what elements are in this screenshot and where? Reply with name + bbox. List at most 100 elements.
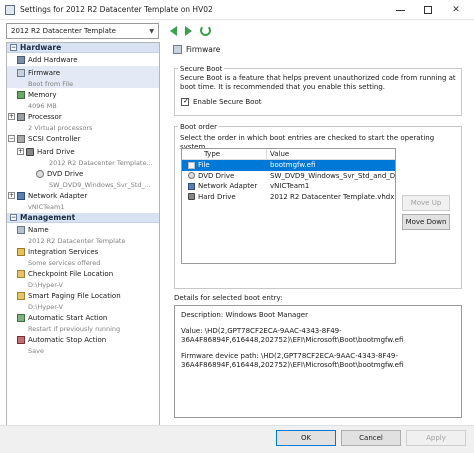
name-icon — [17, 225, 25, 234]
tree-item-sublabel: D:\Hyper-V — [28, 280, 63, 289]
tree-item-processor-sub: 2 Virtual processors — [7, 123, 159, 132]
column-header-value[interactable]: Value — [267, 150, 289, 158]
boot-entry-value: vNICTeam1 — [270, 182, 310, 191]
add-hardware-icon — [17, 55, 25, 64]
ok-button[interactable]: OK — [276, 430, 336, 446]
collapse-icon: − — [10, 214, 17, 221]
apply-button[interactable]: Apply — [406, 430, 466, 446]
checkmark-icon: ✓ — [183, 97, 189, 105]
expand-icon[interactable]: + — [8, 192, 15, 199]
tree-item-memory[interactable]: Memory — [7, 88, 159, 101]
tree-item-scsi-controller[interactable]: − SCSI Controller — [7, 132, 159, 145]
enable-secure-boot-row[interactable]: ✓ Enable Secure Boot — [181, 97, 262, 106]
tree-item-label: Processor — [28, 112, 62, 121]
network-adapter-icon — [17, 191, 25, 200]
enable-secure-boot-label: Enable Secure Boot — [193, 98, 262, 106]
tree-item-checkpoint-location[interactable]: Checkpoint File Location — [7, 267, 159, 280]
move-up-button[interactable]: Move Up — [402, 195, 450, 211]
tree-item-label: Integration Services — [28, 247, 99, 256]
boot-order-label: Boot order — [178, 123, 220, 131]
section-management-label: Management — [20, 213, 76, 222]
memory-icon — [17, 90, 25, 99]
tree-item-integration-services-sub: Some services offered — [7, 258, 159, 267]
tree-item-smart-paging-location-sub: D:\Hyper-V — [7, 302, 159, 311]
boot-order-header: Type Value — [182, 149, 395, 160]
boot-entry-hard-drive[interactable]: Hard Drive 2012 R2 Datacenter Template.v… — [182, 192, 395, 203]
tree-item-label: Name — [28, 225, 49, 234]
firmware-panel-header: Firmware — [173, 45, 220, 54]
enable-secure-boot-checkbox[interactable]: ✓ — [181, 97, 189, 106]
section-hardware-label: Hardware — [20, 43, 62, 52]
tree-item-automatic-start-action-sub: Restart if previously running — [7, 324, 159, 333]
tree-item-label: SCSI Controller — [28, 134, 81, 143]
boot-entry-type: Network Adapter — [198, 182, 258, 191]
tree-item-dvd-drive-sub: SW_DVD9_Windows_Svr_Std_... — [7, 180, 159, 189]
tree-item-sublabel: 4096 MB — [28, 101, 57, 110]
tree-item-automatic-start-action[interactable]: Automatic Start Action — [7, 311, 159, 324]
section-hardware[interactable]: − Hardware — [7, 43, 159, 53]
maximize-button[interactable] — [414, 0, 442, 20]
details-description: Description: Windows Boot Manager — [181, 311, 308, 319]
tree-item-firmware[interactable]: Firmware — [7, 66, 159, 79]
boot-entry-value: SW_DVD9_Windows_Svr_Std_and_D... — [270, 171, 395, 180]
tree-item-sublabel: Boot from File — [28, 79, 74, 88]
boot-entry-network-adapter[interactable]: Network Adapter vNICTeam1 — [182, 181, 395, 192]
tree-item-label: Network Adapter — [28, 191, 88, 200]
boot-entry-dvd-drive[interactable]: DVD Drive SW_DVD9_Windows_Svr_Std_and_D.… — [182, 171, 395, 182]
settings-app-icon — [5, 4, 15, 15]
refresh-icon[interactable] — [200, 25, 211, 36]
details-label: Details for selected boot entry: — [174, 294, 283, 302]
move-down-button[interactable]: Move Down — [402, 214, 450, 230]
hard-drive-icon — [188, 193, 195, 201]
tree-item-name[interactable]: Name — [7, 223, 159, 236]
tree-item-sublabel: vNICTeam1 — [28, 202, 65, 211]
folder-icon — [17, 291, 25, 300]
tree-item-smart-paging-location[interactable]: Smart Paging File Location — [7, 289, 159, 302]
dialog-footer — [0, 426, 474, 453]
tree-item-label: Memory — [28, 90, 57, 99]
boot-entry-type: File — [198, 161, 210, 170]
section-management[interactable]: − Management — [7, 213, 159, 223]
cancel-button[interactable]: Cancel — [341, 430, 401, 446]
back-arrow-icon[interactable] — [170, 26, 177, 36]
tree-item-dvd-drive[interactable]: DVD Drive — [7, 167, 159, 180]
tree-item-add-hardware[interactable]: Add Hardware — [7, 53, 159, 66]
dvd-drive-icon — [36, 169, 44, 178]
tree-item-firmware-sub: Boot from File — [7, 79, 159, 88]
close-button[interactable]: ✕ — [442, 0, 470, 20]
collapse-icon[interactable]: − — [8, 135, 15, 142]
firmware-icon — [17, 68, 25, 77]
tree-item-sublabel: D:\Hyper-V — [28, 302, 63, 311]
firmware-panel-title: Firmware — [186, 45, 221, 54]
tree-item-label: Add Hardware — [28, 55, 78, 64]
expand-icon[interactable]: + — [8, 113, 15, 120]
vm-selector-value: 2012 R2 Datacenter Template — [11, 27, 116, 35]
tree-item-label: Smart Paging File Location — [28, 291, 121, 300]
secure-boot-description: Secure Boot is a feature that helps prev… — [180, 74, 456, 91]
tree-item-hard-drive[interactable]: + Hard Drive — [7, 145, 159, 158]
details-device-path: Firmware device path: \HD(2,GPT78CF2ECA-… — [181, 352, 404, 369]
column-header-type[interactable]: Type — [182, 149, 267, 159]
firmware-icon — [173, 45, 182, 54]
forward-arrow-icon[interactable] — [185, 26, 192, 36]
tree-item-integration-services[interactable]: Integration Services — [7, 245, 159, 258]
secure-boot-label: Secure Boot — [178, 65, 225, 73]
boot-order-table[interactable]: Type Value File bootmgfw.efi DVD Drive S… — [181, 148, 396, 264]
automatic-stop-icon — [17, 335, 25, 344]
expand-icon[interactable]: + — [17, 148, 24, 155]
tree-item-processor[interactable]: + Processor — [7, 110, 159, 123]
boot-entry-value: bootmgfw.efi — [270, 161, 316, 170]
tree-item-label: Automatic Stop Action — [28, 335, 107, 344]
boot-entry-value: 2012 R2 Datacenter Template.vhdx — [270, 192, 395, 201]
scsi-controller-icon — [17, 134, 25, 143]
maximize-icon — [424, 6, 432, 14]
tree-item-sublabel: Restart if previously running — [28, 324, 121, 333]
minimize-button[interactable] — [386, 0, 414, 20]
dvd-drive-icon — [188, 172, 195, 180]
tree-item-network-adapter[interactable]: + Network Adapter — [7, 189, 159, 202]
network-adapter-icon — [188, 182, 195, 190]
tree-item-automatic-stop-action[interactable]: Automatic Stop Action — [7, 333, 159, 346]
boot-entry-details-box: Description: Windows Boot Manager Value:… — [174, 305, 462, 418]
boot-entry-file[interactable]: File bootmgfw.efi — [182, 160, 395, 171]
vm-selector-dropdown[interactable]: 2012 R2 Datacenter Template ▼ — [6, 23, 159, 39]
